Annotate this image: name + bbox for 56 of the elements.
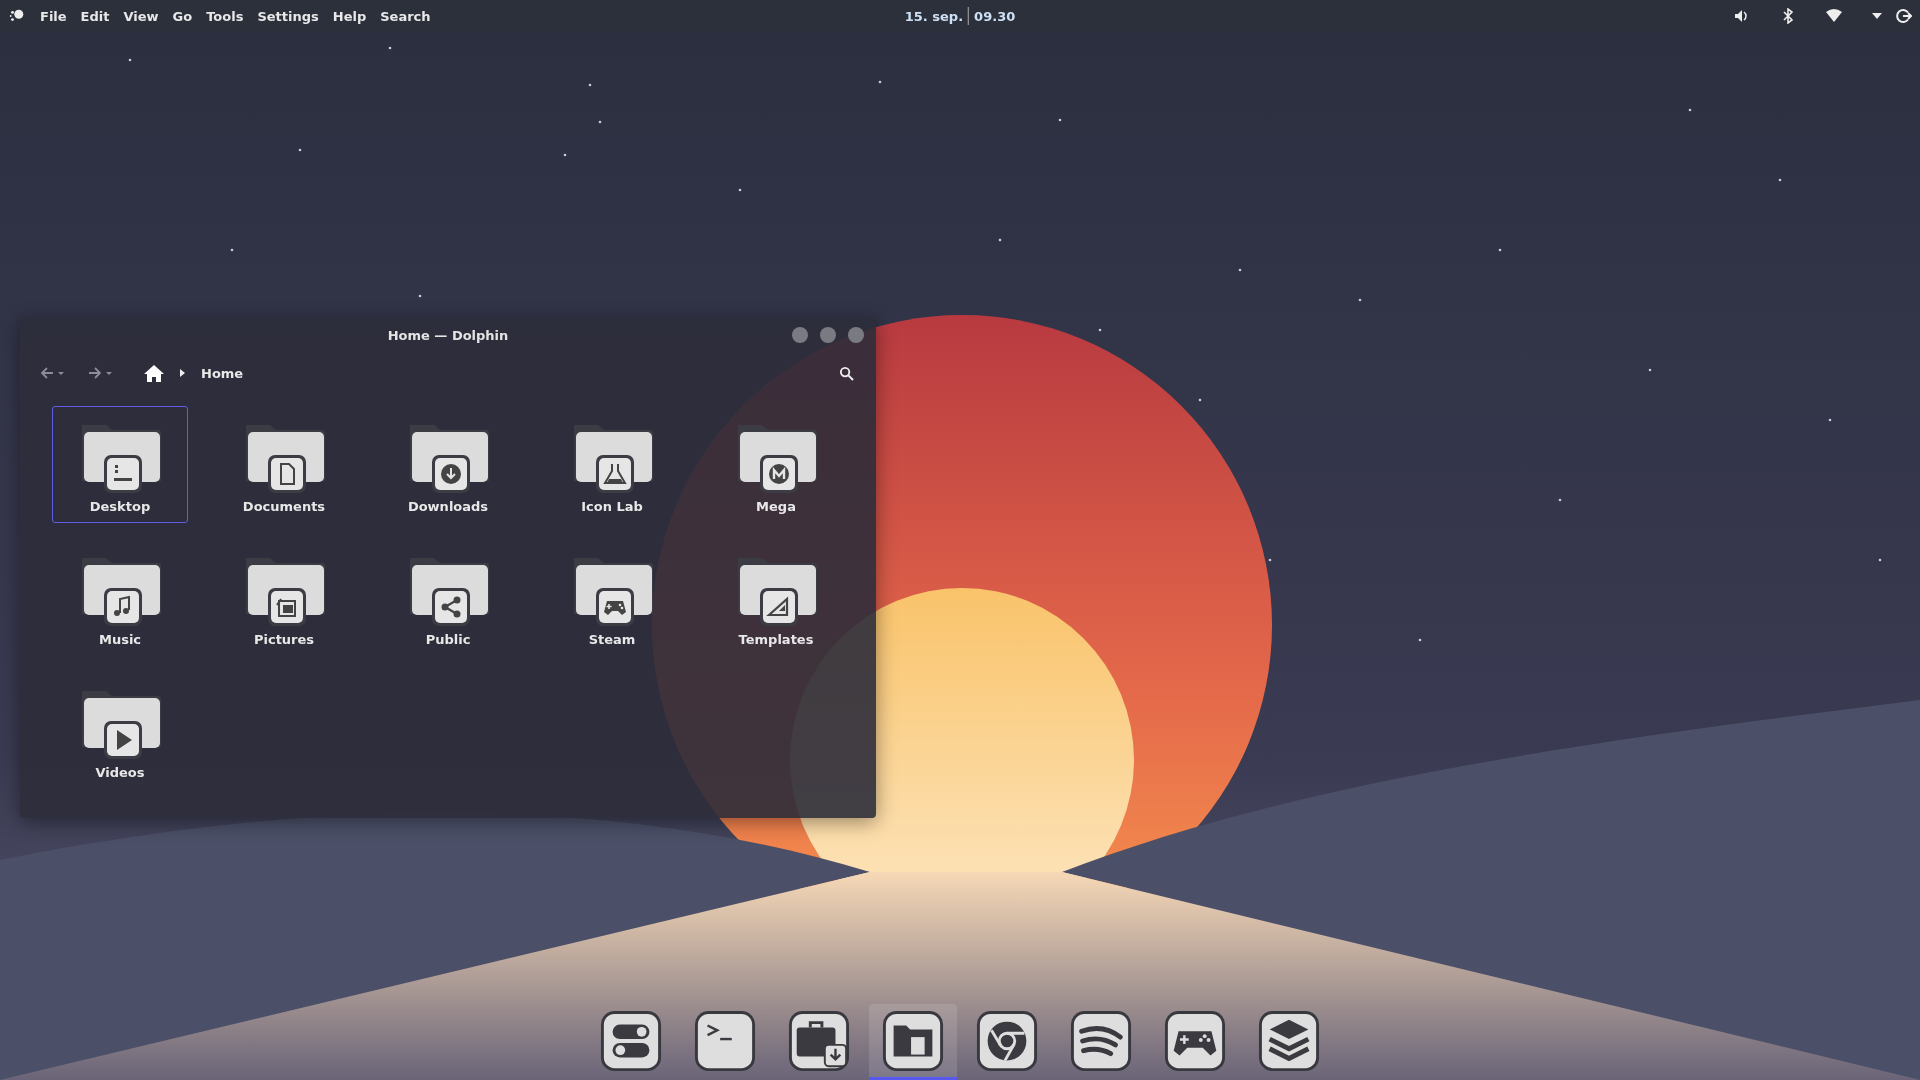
folder-item[interactable]: Templates — [708, 539, 844, 656]
toggle-switches-icon[interactable] — [600, 1009, 662, 1072]
wifi-icon[interactable] — [1826, 8, 1842, 24]
logout-icon[interactable] — [1896, 8, 1912, 24]
folder-name: Pictures — [253, 632, 315, 647]
menu-item[interactable]: Help — [332, 8, 367, 24]
folder-item[interactable]: Downloads — [380, 406, 516, 523]
folder-item[interactable]: Videos — [52, 672, 188, 789]
folder-name: Desktop — [89, 499, 151, 514]
menu-item[interactable]: Edit — [80, 8, 110, 24]
search-icon[interactable] — [839, 365, 854, 381]
folder-item[interactable]: Steam — [544, 539, 680, 656]
folder-name: Documents — [242, 499, 326, 514]
menu-item[interactable]: Go — [172, 8, 193, 24]
folder-item[interactable]: Music — [52, 539, 188, 656]
folder-name: Templates — [738, 632, 814, 647]
audio-waves-icon[interactable] — [1070, 1009, 1132, 1072]
folder-name: Icon Lab — [581, 499, 643, 514]
folder-item[interactable]: Mega — [708, 406, 844, 523]
folder-name: Videos — [95, 765, 145, 780]
terminal-icon[interactable] — [694, 1009, 756, 1072]
minimize-button[interactable] — [792, 327, 808, 343]
folder-item[interactable]: Public — [380, 539, 516, 656]
bluetooth-icon[interactable] — [1780, 8, 1796, 24]
dropdown-caret-icon[interactable] — [1872, 13, 1882, 19]
folder-name: Public — [425, 632, 471, 647]
gamepad-icon[interactable] — [1164, 1009, 1226, 1072]
folder-name: Downloads — [407, 499, 489, 514]
menu-item[interactable]: View — [123, 8, 159, 24]
clock-time: 09.30 — [974, 8, 1016, 24]
folder-icon[interactable] — [882, 1009, 944, 1072]
folder-item[interactable]: Icon Lab — [544, 406, 680, 523]
folder-item[interactable]: Pictures — [216, 539, 352, 656]
menu-item[interactable]: Search — [380, 8, 431, 24]
folder-name: Mega — [756, 499, 796, 514]
folder-name: Steam — [588, 632, 636, 647]
dock-item[interactable] — [869, 1004, 957, 1080]
home-icon[interactable] — [144, 364, 164, 382]
breadcrumb-item[interactable]: Home — [201, 365, 244, 381]
window-title: Home — Dolphin — [387, 327, 509, 343]
briefcase-download-icon[interactable] — [788, 1009, 850, 1072]
browser-icon[interactable] — [976, 1009, 1038, 1072]
volume-icon[interactable] — [1734, 8, 1750, 24]
back-button[interactable] — [40, 366, 66, 380]
folder-item[interactable]: Desktop — [52, 406, 188, 523]
maximize-button[interactable] — [820, 327, 836, 343]
menu-item[interactable]: Tools — [206, 8, 244, 24]
menu-item[interactable]: Settings — [257, 8, 319, 24]
clock-date: 15. sep. — [904, 8, 964, 24]
folder-name: Music — [98, 632, 142, 647]
forward-button[interactable] — [88, 366, 114, 380]
layers-icon[interactable] — [1258, 1009, 1320, 1072]
folder-item[interactable]: Documents — [216, 406, 352, 523]
breadcrumb-separator-icon — [180, 369, 185, 377]
menu-item[interactable]: File — [40, 8, 67, 24]
close-button[interactable] — [848, 327, 864, 343]
